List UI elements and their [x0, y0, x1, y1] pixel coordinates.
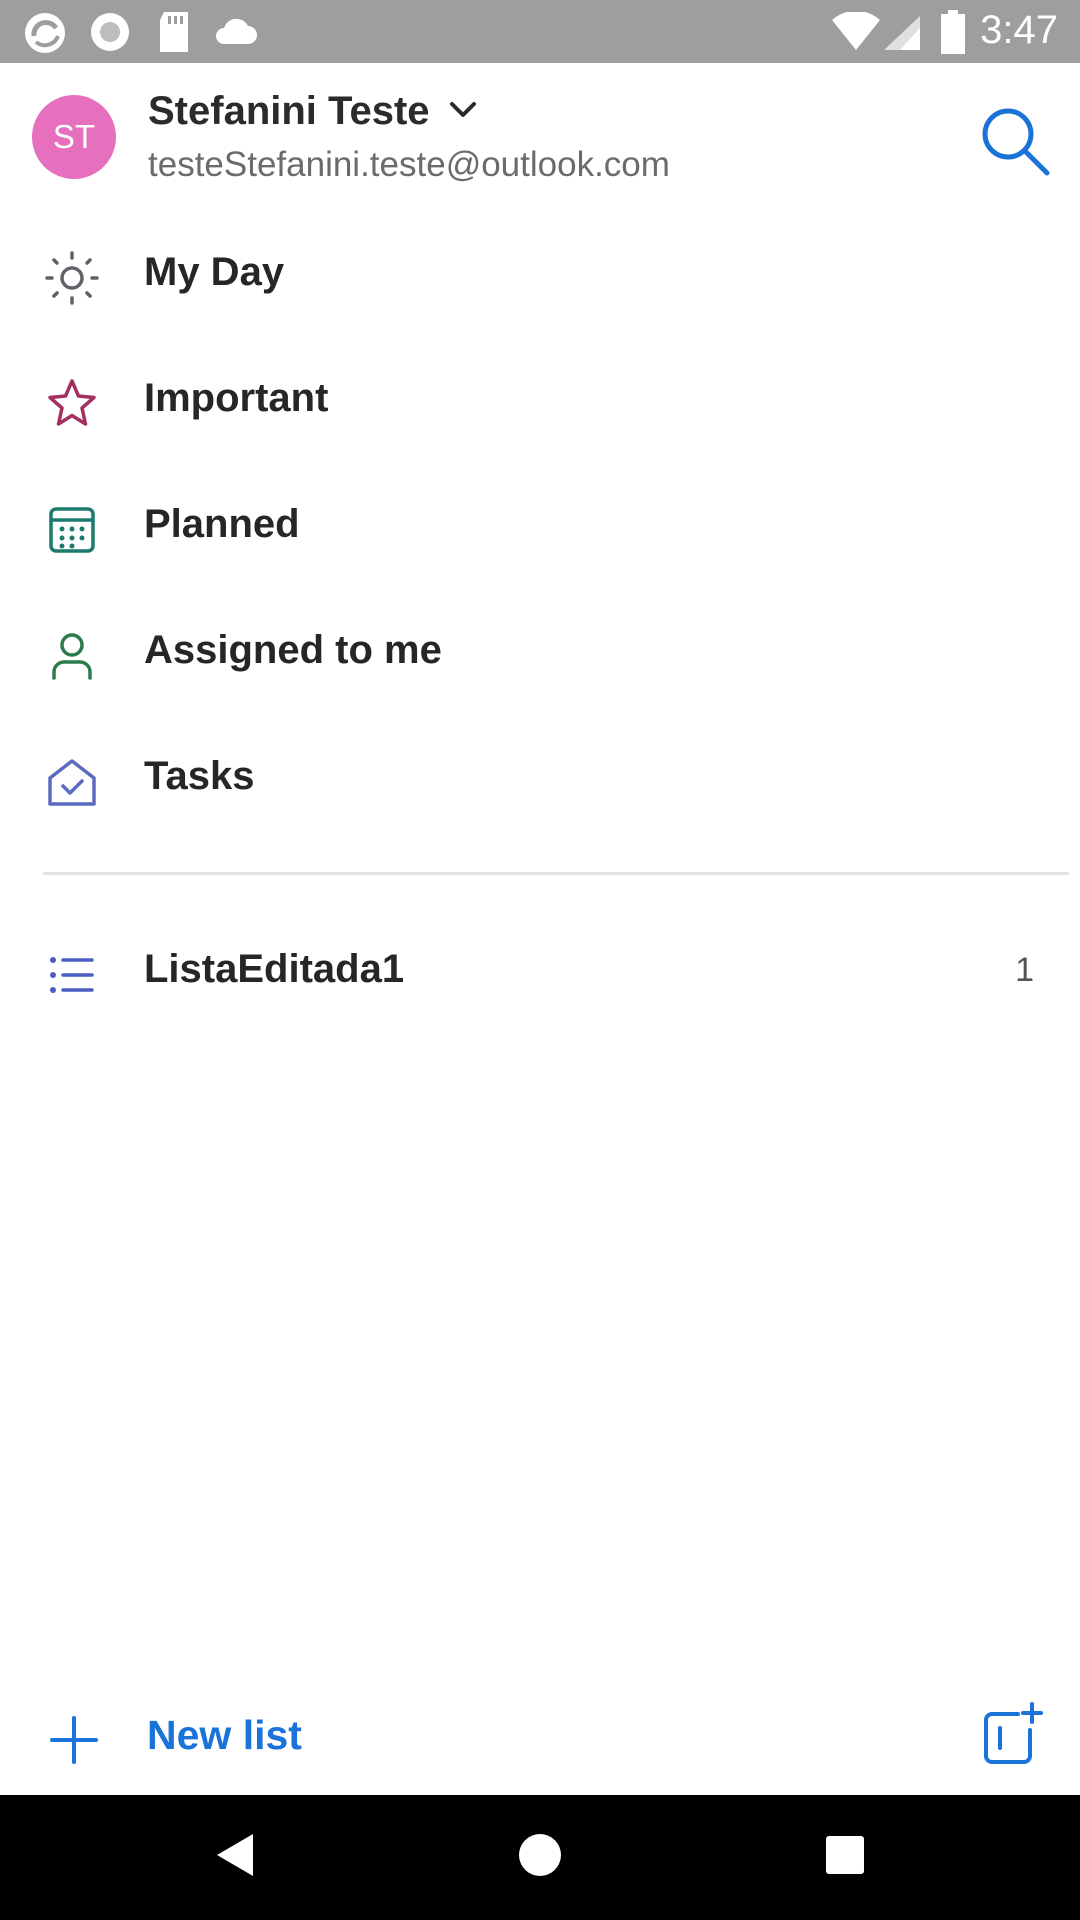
nav-item-planned[interactable]: Planned	[0, 462, 1080, 588]
star-icon	[42, 374, 102, 434]
avatar[interactable]: ST	[32, 95, 116, 179]
system-navigation-bar	[0, 1795, 1080, 1920]
new-list-label: New list	[147, 1712, 302, 1758]
nav-item-tasks[interactable]: Tasks	[0, 714, 1080, 840]
cellular-signal-icon	[882, 14, 922, 57]
list-item-label: ListaEditada1	[144, 947, 405, 991]
sd-card-icon	[156, 10, 192, 59]
account-name[interactable]: Stefanini Teste	[148, 89, 430, 134]
app-logo-icon	[22, 10, 68, 61]
nav-item-label: Planned	[144, 502, 300, 546]
back-icon	[213, 1830, 259, 1885]
recents-button[interactable]	[775, 1795, 915, 1920]
nav-item-label: Assigned to me	[144, 628, 442, 672]
nav-item-label: Tasks	[144, 754, 255, 798]
list-item-count: 1	[1015, 951, 1034, 989]
wifi-icon	[830, 10, 882, 57]
nav-item-label: My Day	[144, 250, 285, 294]
cloud-icon	[212, 14, 258, 51]
nav-item-important[interactable]: Important	[0, 336, 1080, 462]
plus-icon	[44, 1710, 104, 1770]
calendar-icon	[42, 500, 102, 560]
list-icon	[42, 945, 102, 1005]
nav-item-label: Important	[144, 376, 329, 420]
battery-icon	[940, 10, 966, 59]
new-group-icon	[978, 1702, 1044, 1770]
person-icon	[42, 626, 102, 686]
search-button[interactable]	[975, 101, 1055, 181]
recents-icon	[824, 1834, 866, 1881]
status-bar: 3:47	[0, 0, 1080, 63]
account-header: ST Stefanini Teste testeStefanini.teste@…	[0, 63, 1080, 213]
new-list-button[interactable]: New list	[0, 1670, 400, 1795]
list-item[interactable]: ListaEditada1 1	[0, 907, 1080, 1033]
status-time: 3:47	[980, 8, 1058, 52]
account-email: testeStefanini.teste@outlook.com	[148, 145, 670, 184]
home-icon	[517, 1832, 563, 1883]
back-button[interactable]	[166, 1795, 306, 1920]
nav-item-assigned-to-me[interactable]: Assigned to me	[0, 588, 1080, 714]
record-icon	[88, 10, 132, 59]
bottom-bar: New list	[0, 1670, 1080, 1795]
chevron-down-icon[interactable]	[448, 99, 478, 126]
sun-icon	[42, 248, 102, 308]
search-icon	[975, 108, 1055, 185]
new-group-button[interactable]	[978, 1700, 1044, 1766]
nav-item-my-day[interactable]: My Day	[0, 210, 1080, 336]
home-check-icon	[42, 752, 102, 812]
divider	[43, 872, 1069, 875]
home-button[interactable]	[470, 1795, 610, 1920]
